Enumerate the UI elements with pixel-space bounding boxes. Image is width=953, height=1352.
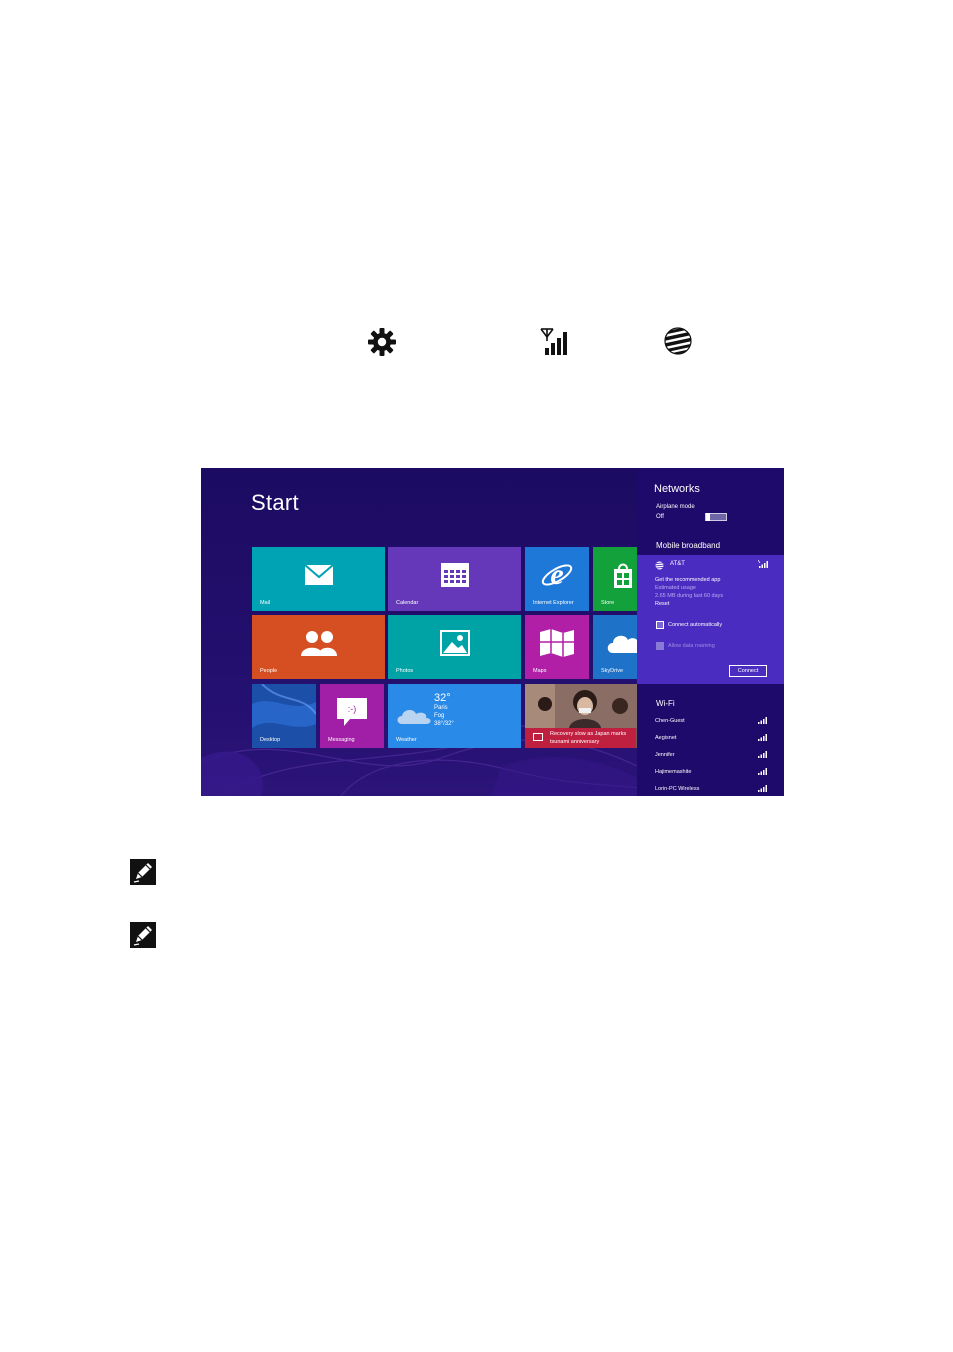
tile-mail[interactable]: Mail (252, 547, 385, 611)
wifi-signal-icon (758, 717, 767, 724)
calendar-grid-icon (440, 563, 469, 588)
reset-link[interactable]: Reset (655, 601, 669, 607)
weather-range: 38°/32° (434, 721, 454, 727)
tile-store[interactable]: Store (593, 547, 637, 611)
wifi-network-item[interactable]: Hajimemashite (655, 768, 767, 775)
wifi-signal-icon (758, 785, 767, 792)
tile-label: Photos (396, 668, 414, 674)
wifi-network-item[interactable]: Lorin-PC Wireless (655, 785, 767, 792)
fog-cloud-icon (397, 710, 431, 724)
news-photo (525, 684, 637, 728)
allow-roaming-checkbox[interactable] (656, 642, 664, 650)
carrier-name: AT&T (670, 561, 685, 567)
tile-news[interactable]: Recovery slow as Japan marks tsunami anni… (525, 684, 637, 748)
tile-label: Weather (396, 737, 417, 743)
wifi-network-item[interactable]: Jennifer (655, 751, 767, 758)
mobile-broadband-signal-icon (540, 328, 567, 355)
tile-label: Mail (260, 600, 271, 606)
tile-label: Store (601, 600, 615, 606)
mobile-broadband-card[interactable]: AT&T Get the recommended app Estimated u… (637, 555, 784, 684)
wifi-signal-icon (758, 768, 767, 775)
tile-desktop[interactable]: Desktop (252, 684, 316, 748)
tile-maps[interactable]: Maps (525, 615, 589, 679)
airplane-mode-toggle[interactable] (705, 513, 727, 521)
connect-automatically-label: Connect automatically (668, 622, 723, 628)
svg-text::-): :-) (348, 704, 357, 714)
tile-label: SkyDrive (601, 668, 624, 674)
wifi-signal-icon (758, 734, 767, 741)
tile-label: People (260, 668, 278, 674)
wifi-signal-icon (758, 751, 767, 758)
windows-start-screen-screenshot: Start Mail Calendar e Internet Explorer (201, 468, 784, 796)
att-globe-icon (655, 561, 664, 570)
wifi-heading: Wi-Fi (656, 699, 675, 708)
news-caption-bar: Recovery slow as Japan marks tsunami anni… (525, 728, 636, 748)
connect-automatically-checkbox[interactable] (656, 621, 664, 629)
messaging-bubble-icon: :-) (337, 698, 367, 727)
att-globe-icon (664, 327, 692, 355)
estimated-usage-label: Estimated usage (655, 585, 696, 591)
news-icon (533, 733, 543, 741)
instruction-icon-row (0, 326, 953, 358)
signal-strength-icon (758, 560, 768, 568)
maps-fold-icon (540, 629, 574, 658)
tile-label: Maps (533, 668, 547, 674)
tile-calendar[interactable]: Calendar (388, 547, 521, 611)
tile-people[interactable]: People (252, 615, 385, 679)
airplane-mode-state: Off (656, 514, 664, 520)
tile-label: Desktop (260, 737, 281, 743)
note-pencil-icon (130, 859, 156, 885)
airplane-mode-label: Airplane mode (656, 504, 695, 510)
usage-value: 2.65 MB during last 60 days (655, 593, 724, 599)
note-pencil-icon (130, 922, 156, 948)
weather-city: Paris (434, 705, 448, 711)
skydrive-cloud-icon (607, 635, 637, 654)
recommended-app-link[interactable]: Get the recommended app (655, 577, 720, 583)
networks-panel: Networks Airplane mode Off Mobile broadb… (637, 468, 784, 796)
tile-photos[interactable]: Photos (388, 615, 521, 679)
tile-skydrive[interactable]: SkyDrive (593, 615, 637, 679)
tile-label: Calendar (396, 600, 419, 606)
people-icon (300, 631, 337, 657)
mail-envelope-icon (303, 564, 334, 586)
wifi-network-item[interactable]: Chen-Guest (655, 717, 767, 724)
connect-button[interactable]: Connect (729, 665, 767, 677)
photos-picture-icon (439, 630, 470, 657)
allow-roaming-label: Allow data roaming (668, 643, 715, 649)
tile-label: Internet Explorer (533, 600, 574, 606)
settings-gear-icon (368, 328, 396, 356)
mobile-broadband-heading: Mobile broadband (656, 541, 721, 550)
weather-condition: Fog (434, 713, 445, 719)
wifi-network-item[interactable]: Aegisnet (655, 734, 767, 741)
start-title: Start (251, 490, 299, 515)
networks-title: Networks (654, 483, 700, 495)
tile-internet-explorer[interactable]: e Internet Explorer (525, 547, 589, 611)
internet-explorer-e-icon: e (541, 558, 573, 591)
news-headline: Recovery slow as Japan marks tsunami anni… (550, 731, 627, 745)
svg-text:e: e (550, 558, 563, 591)
tile-label: Messaging (328, 737, 355, 743)
store-bag-icon (614, 563, 632, 589)
tile-messaging[interactable]: :-) Messaging (320, 684, 384, 748)
weather-temperature: 32° (434, 692, 451, 704)
tile-weather[interactable]: 32° Paris Fog 38°/32° Weather (388, 684, 521, 748)
